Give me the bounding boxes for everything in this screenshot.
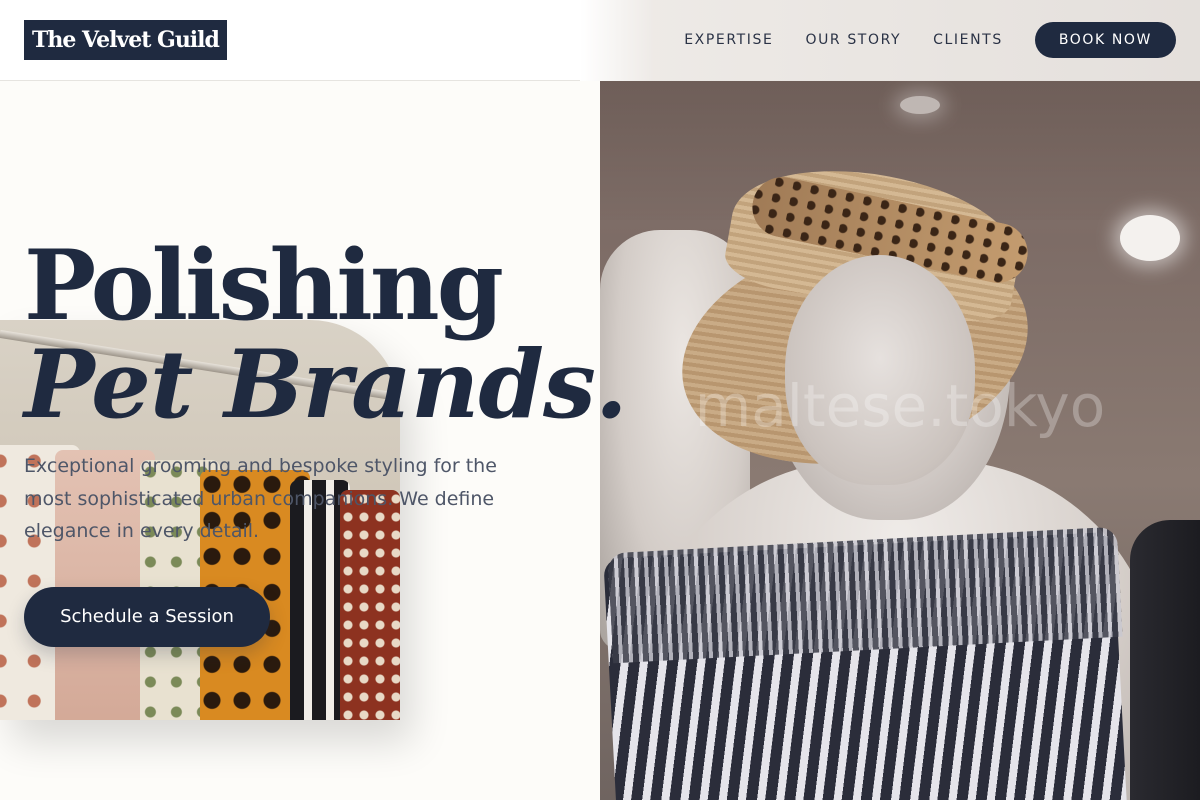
hero-description: Exceptional grooming and bespoke styling… — [24, 455, 497, 542]
photo-ceiling-light — [900, 96, 940, 114]
main-nav: EXPERTISE OUR STORY CLIENTS BOOK NOW — [684, 22, 1176, 58]
nav-link-clients[interactable]: CLIENTS — [933, 32, 1003, 48]
photo-watermark: maltese.tokyo — [694, 372, 1106, 440]
hero-title-line1: Polishing — [24, 229, 504, 342]
hero-mannequin-photo: maltese.tokyo — [600, 0, 1200, 800]
photo-ceiling-light — [1120, 215, 1180, 261]
site-header: The Velvet Guild EXPERTISE OUR STORY CLI… — [0, 0, 1200, 81]
hero-title: Polishing Pet Brands. — [24, 229, 628, 440]
nav-link-expertise[interactable]: EXPERTISE — [684, 32, 773, 48]
mannequin-face — [785, 255, 975, 485]
brand-logo[interactable]: The Velvet Guild — [24, 20, 227, 60]
hero-title-line2: Pet Brands. — [24, 330, 628, 440]
schedule-session-button[interactable]: Schedule a Session — [24, 587, 270, 647]
book-now-button[interactable]: BOOK NOW — [1034, 22, 1176, 58]
nav-link-our-story[interactable]: OUR STORY — [805, 32, 901, 48]
dark-garment-edge — [1130, 520, 1200, 800]
